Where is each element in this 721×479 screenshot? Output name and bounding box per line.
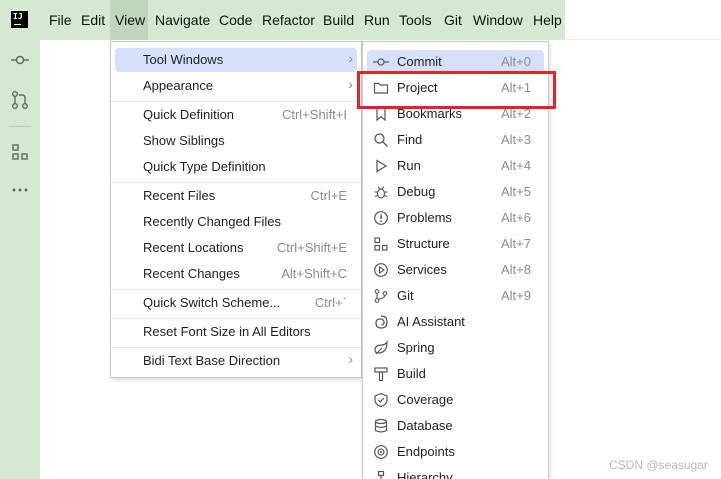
view-menu-item-quick-switch-scheme[interactable]: Quick Switch Scheme... Ctrl+`: [115, 291, 357, 315]
spring-icon: [374, 340, 388, 355]
structure-icon[interactable]: [10, 142, 30, 162]
menu-separator: [111, 101, 361, 102]
title-bar-empty-area: [565, 0, 721, 40]
endpoints-icon: [374, 445, 388, 459]
tool-window-run[interactable]: Run Alt+4: [367, 154, 544, 178]
tool-window-hierarchy[interactable]: Hierarchy: [367, 466, 544, 479]
chevron-right-icon: ›: [348, 351, 353, 367]
tool-window-database[interactable]: Database: [367, 414, 544, 438]
menu-build[interactable]: Build: [323, 11, 354, 29]
menu-view[interactable]: View: [110, 0, 148, 40]
tool-window-endpoints[interactable]: Endpoints: [367, 440, 544, 464]
chevron-right-icon: ›: [348, 76, 353, 92]
left-tool-strip: [0, 40, 40, 479]
tool-window-problems[interactable]: Problems Alt+6: [367, 206, 544, 230]
annotation-highlight-box: [357, 71, 556, 109]
menu-separator: [111, 182, 361, 183]
view-menu-item-recent-files[interactable]: Recent Files Ctrl+E: [115, 184, 357, 208]
hammer-icon: [374, 367, 388, 382]
database-icon: [374, 418, 388, 433]
tool-window-find[interactable]: Find Alt+3: [367, 128, 544, 152]
tool-window-git[interactable]: Git Alt+9: [367, 284, 544, 308]
view-menu-item-recent-changes[interactable]: Recent Changes Alt+Shift+C: [115, 262, 357, 286]
menu-run[interactable]: Run: [364, 11, 390, 29]
menu-separator: [111, 289, 361, 290]
view-menu-item-recently-changed-files[interactable]: Recently Changed Files: [115, 210, 357, 234]
watermark: CSDN @seasugar: [609, 458, 708, 472]
tool-window-debug[interactable]: Debug Alt+5: [367, 180, 544, 204]
chevron-right-icon: ›: [348, 50, 353, 66]
tool-window-coverage[interactable]: Coverage: [367, 388, 544, 412]
view-menu-item-show-siblings[interactable]: Show Siblings: [115, 129, 357, 153]
menu-help[interactable]: Help: [533, 11, 562, 29]
main-menubar: IJ File Edit View Navigate Code Refactor…: [0, 0, 565, 40]
shield-icon: [374, 392, 388, 408]
commit-icon: [373, 58, 389, 66]
view-menu-item-reset-font-size[interactable]: Reset Font Size in All Editors: [115, 320, 357, 344]
structure-icon: [374, 237, 388, 251]
git-icon: [374, 289, 388, 303]
view-menu-item-tool-windows[interactable]: Tool Windows ›: [115, 48, 357, 72]
tool-window-ai-assistant[interactable]: AI Assistant: [367, 310, 544, 334]
menu-tools[interactable]: Tools: [399, 11, 432, 29]
view-menu-item-bidi-text-base-direction[interactable]: Bidi Text Base Direction ›: [115, 349, 357, 373]
view-menu-item-recent-locations[interactable]: Recent Locations Ctrl+Shift+E: [115, 236, 357, 260]
run-icon: [376, 159, 388, 173]
problems-icon: [374, 211, 388, 225]
menu-file[interactable]: File: [49, 11, 72, 29]
pull-requests-icon[interactable]: [10, 90, 30, 110]
menu-git[interactable]: Git: [444, 11, 462, 29]
search-icon: [374, 133, 388, 147]
view-menu-item-quick-type-definition[interactable]: Quick Type Definition: [115, 155, 357, 179]
more-icon[interactable]: [10, 180, 30, 200]
tool-window-build[interactable]: Build: [367, 362, 544, 386]
view-menu-item-quick-definition[interactable]: Quick Definition Ctrl+Shift+I: [115, 103, 357, 127]
menu-window[interactable]: Window: [473, 11, 523, 29]
tool-window-services[interactable]: Services Alt+8: [367, 258, 544, 282]
menu-code[interactable]: Code: [219, 11, 252, 29]
commit-icon[interactable]: [10, 50, 30, 70]
hierarchy-icon: [377, 470, 385, 479]
tool-window-structure[interactable]: Structure Alt+7: [367, 232, 544, 256]
menu-navigate[interactable]: Navigate: [155, 11, 210, 29]
services-icon: [374, 263, 388, 277]
toolstrip-divider: [9, 126, 31, 127]
menu-edit[interactable]: Edit: [81, 11, 105, 29]
tool-window-spring[interactable]: Spring: [367, 336, 544, 360]
menu-refactor[interactable]: Refactor: [262, 11, 315, 29]
menu-separator: [111, 347, 361, 348]
menu-separator: [111, 318, 361, 319]
ai-assistant-icon: [375, 315, 388, 329]
intellij-logo-icon: IJ: [11, 11, 28, 28]
bug-icon: [374, 186, 388, 199]
view-menu-dropdown: Tool Windows › Appearance › Quick Defini…: [110, 41, 362, 378]
view-menu-item-appearance[interactable]: Appearance ›: [115, 74, 357, 98]
